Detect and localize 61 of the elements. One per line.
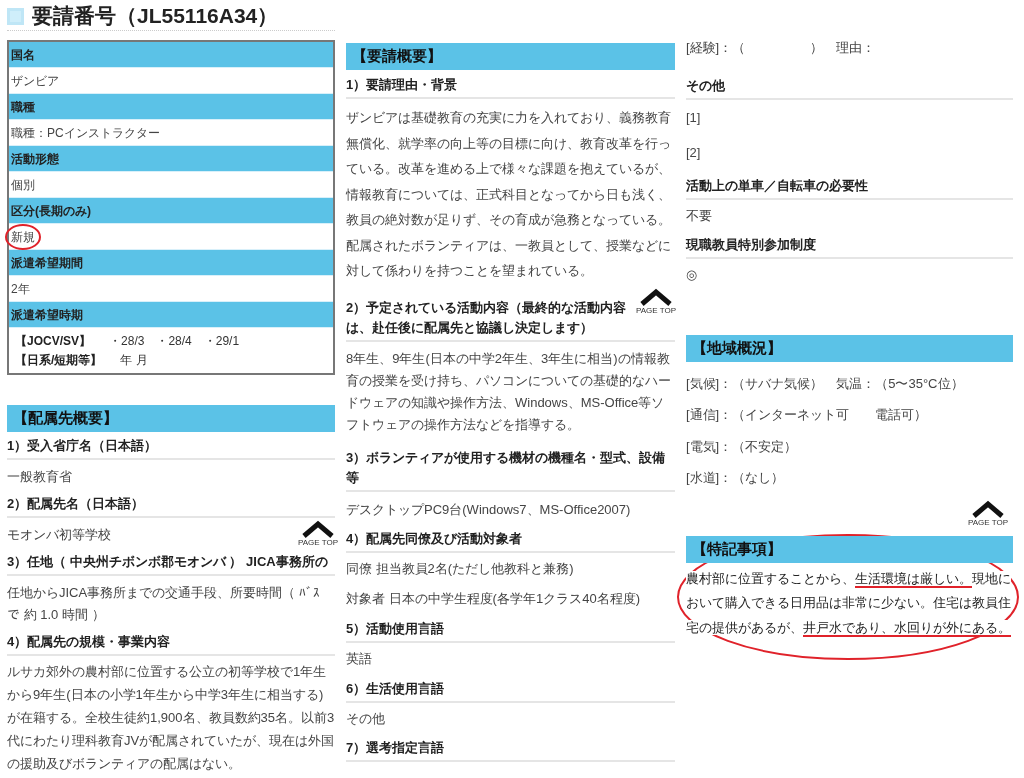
body-text: [2] [686,143,701,162]
body-text: [水道]：（なし） [686,469,785,487]
table-cell-text: ザンビア [11,72,59,90]
section-heading: 6）生活使用言語 [346,678,675,703]
page-top-button[interactable]: PAGE TOP [298,520,338,547]
body-text: 農村部に位置することから、生活環境は厳しい。現地において購入できる日用品は非常に少ない。住宅は教員住宅の提供があるが、井戸水であり、水回りが外にある。 [686,569,1012,639]
page-top-button[interactable]: PAGE TOP [636,288,676,315]
body-text: 8年生、9年生(日本の中学2年生、3年生に相当)の情報教育の授業を受け持ち、パソコンについての基礎的なハードウェアの知識や操作方法、Windows、MS-Office等ソフトウェアの操作方法などを指導する。 [346,349,672,434]
table-header-cell: 派遣希望期間 [9,250,333,276]
body-text: 不要 [686,206,712,225]
body-text: ザンビアは基礎教育の充実に力を入れており、義務教育無償化、就学率の向上等の目標に向け、教育改革を行っている。改革を進める上で様々な課題を抱えているが、情報教育については、正式科目となってから日も浅く、教員の絶対数が足りず、その育成が急務となっている。配属されたボランティアは、一教員として、授業などに対して係わりを持つことを望まれている。 [346,109,672,280]
body-text: 同僚 担当教員2名(ただし他教科と兼務) [346,560,574,578]
table-header-cell: 国名 [9,42,333,68]
table-cell-text: 新規 [11,228,35,246]
body-text: 一般教育省 [7,468,72,486]
period-label: 【JOCV/SV】 [15,333,92,350]
body-text: [電気]：（不安定） [686,437,798,456]
section-heading: 4）配属先同僚及び活動対象者 [346,529,675,553]
table-cell-text: 職種：PCインストラクター [11,124,160,142]
table-header-cell: 職種 [9,94,333,120]
body-text: 英語 [346,650,372,668]
body-text: ◎ [686,266,697,284]
period-label: 【日系/短期等】 [15,352,103,369]
body-text: [1] [686,108,701,127]
body-text: [気候]：（サバナ気候） 気温：（5〜35°C位） [686,374,964,393]
body-text: 任地からJICA事務所までの交通手段、所要時間（ ﾊﾞｽで 約 1.0 時間 ） [7,584,321,624]
chevron-up-icon [971,500,1005,518]
body-text: モオンバ初等学校 [7,526,111,544]
section-header: 【地域概況】 [686,334,1013,362]
experience-text: [経験]：（ ） 理由： [686,39,877,57]
table-cell-text: 2年 [11,280,30,298]
table-header-cell: 派遣希望時期 [9,302,333,328]
section-heading: 現職教員特別参加制度 [686,235,1013,259]
section-heading: 2）配属先名（日本語） [7,494,335,518]
section-heading: 3）任地（ 中央州チボンボ郡モオンバ ） JICA事務所の [7,552,335,576]
body-text: デスクトップPC9台(Windows7、MS-Office2007) [346,500,631,519]
period-value: ・28/3 ・28/4 ・29/1 [109,333,240,350]
page-title: 要請番号（JL55116A34） [32,3,279,30]
section-header: 【要請概要】 [346,43,675,70]
table-header-cell: 活動形態 [9,146,333,172]
period-value: 年 月 [120,352,148,369]
section-heading: 7）選考指定言語 [346,738,675,762]
table-header-cell: 区分(長期のみ) [9,198,333,224]
square-icon [7,7,24,25]
page-top-button[interactable]: PAGE TOP [968,500,1008,527]
section-heading: 1）受入省庁名（日本語） [7,436,335,460]
section-heading: 1）要請理由・背景 [346,75,675,99]
body-text: [通信]：（インターネット可 電話可） [686,406,928,424]
section-header: 【配属先概要】 [7,405,335,432]
body-text: 対象者 日本の中学生程度(各学年1クラス40名程度) [346,590,640,608]
section-heading: 3）ボランティアが使用する機材の機種名・型式、設備等 [346,447,675,492]
section-heading: 活動上の単車／自転車の必要性 [686,175,1013,200]
chevron-up-icon [301,520,335,538]
section-heading: 4）配属先の規模・事業内容 [7,632,335,656]
body-text: その他 [346,709,385,728]
body-text: ルサカ郊外の農村部に位置する公立の初等学校で1年生から9年生(日本の小学1年生から中学3年生に相当する)が在籍する。全校生徒約1,900名、教員数約35名。以前3代にわたり理科教育JVが配属されていたが、現在は外国の援助及びボランティアの配属はない。 [7,663,335,773]
table-cell-text: 個別 [11,176,35,194]
section-header: 【特記事項】 [686,535,1013,563]
section-heading: その他 [686,75,1013,100]
chevron-up-icon [639,288,673,306]
section-heading: 5）活動使用言語 [346,619,675,643]
